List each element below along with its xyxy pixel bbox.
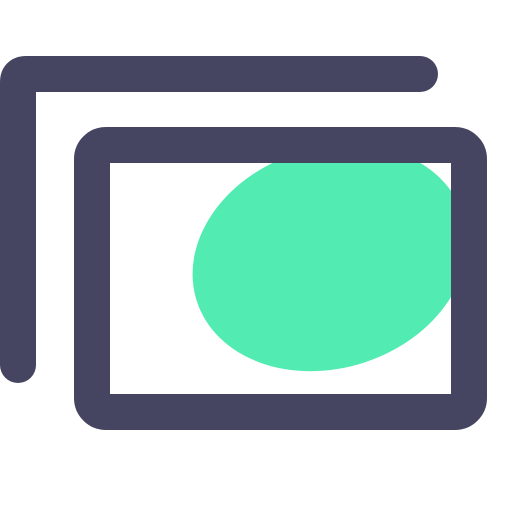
gallery-icon — [0, 56, 487, 430]
gallery-icon-canvas — [0, 0, 512, 512]
